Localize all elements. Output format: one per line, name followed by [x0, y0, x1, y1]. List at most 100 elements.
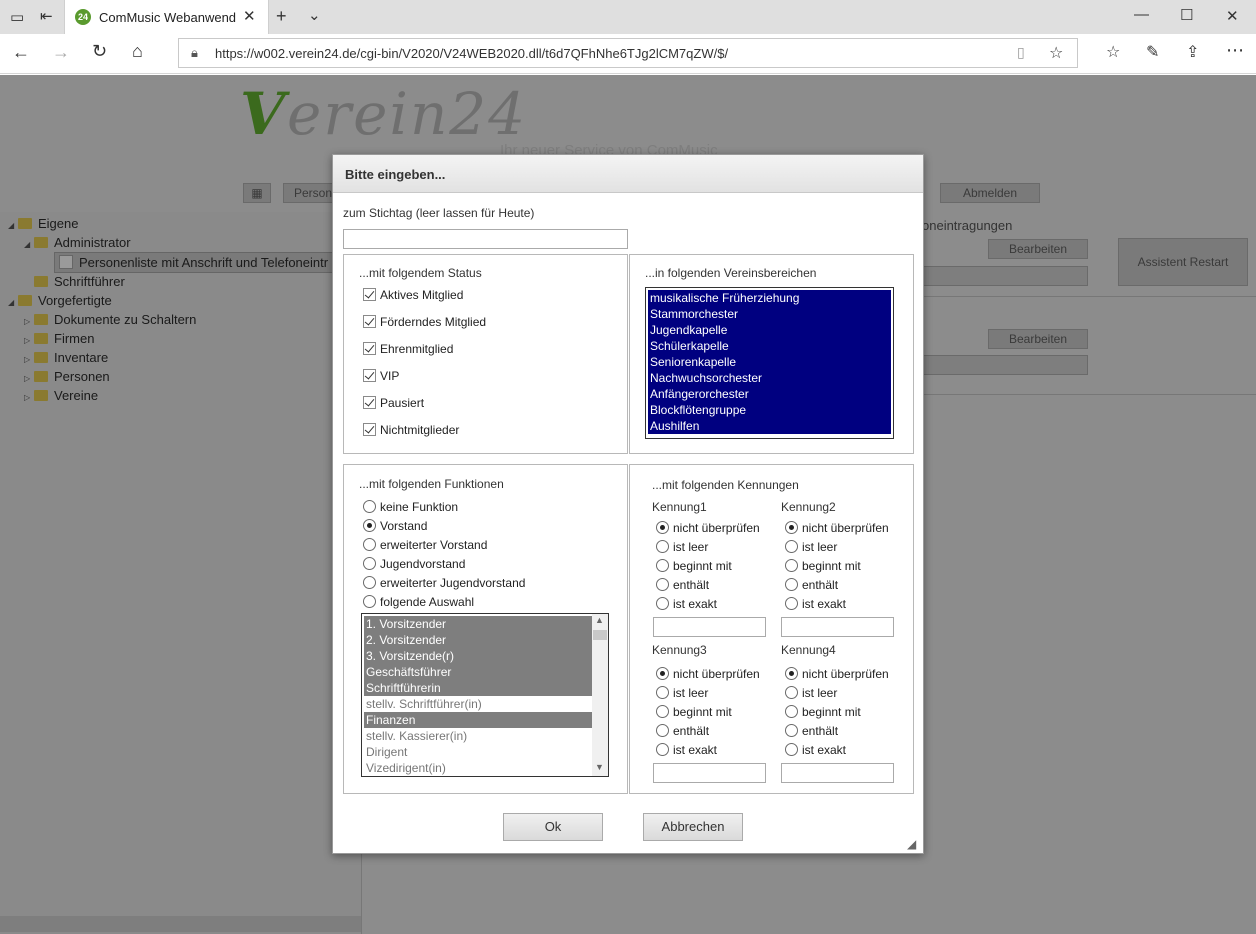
- status-foerderndes-mitglied[interactable]: Förderndes Mitglied: [363, 315, 486, 329]
- funktion-vorstand[interactable]: Vorstand: [363, 519, 427, 533]
- radio[interactable]: [785, 667, 798, 680]
- list-item[interactable]: 2. Vorsitzender: [364, 632, 593, 648]
- horizontal-scrollbar[interactable]: [0, 916, 361, 932]
- menu-icon[interactable]: ▦: [243, 183, 271, 203]
- list-item[interactable]: 3. Vorsitzende(r): [364, 648, 593, 664]
- radio[interactable]: [785, 521, 798, 534]
- radio[interactable]: [363, 576, 376, 589]
- radio[interactable]: [656, 667, 669, 680]
- more-icon[interactable]: ⋯: [1226, 40, 1244, 61]
- kennung1-input[interactable]: [653, 617, 766, 637]
- scroll-thumb[interactable]: [593, 630, 607, 640]
- radio[interactable]: [363, 500, 376, 513]
- status-nichtmitglieder[interactable]: Nichtmitglieder: [363, 423, 459, 437]
- url-field[interactable]: 🔒︎ https://w002.verein24.de/cgi-bin/V202…: [178, 38, 1078, 68]
- status-pausiert[interactable]: Pausiert: [363, 396, 424, 410]
- radio[interactable]: [785, 597, 798, 610]
- new-tab-icon[interactable]: +: [276, 6, 287, 27]
- radio[interactable]: [656, 705, 669, 718]
- kennung4-option[interactable]: nicht überprüfen: [785, 667, 889, 681]
- dialog-header[interactable]: Bitte eingeben...: [333, 155, 923, 193]
- list-item[interactable]: Schülerkapelle: [648, 338, 891, 354]
- kennung3-input[interactable]: [653, 763, 766, 783]
- funktionen-listbox[interactable]: 1. Vorsitzender 2. Vorsitzender 3. Vorsi…: [361, 613, 609, 777]
- radio[interactable]: [656, 686, 669, 699]
- radio[interactable]: [656, 578, 669, 591]
- kennung3-option[interactable]: enthält: [656, 724, 709, 738]
- cancel-button[interactable]: Abbrechen: [643, 813, 743, 841]
- share-icon[interactable]: ⇪: [1186, 42, 1199, 62]
- kennung3-option[interactable]: ist exakt: [656, 743, 717, 757]
- tree-node-dokumente[interactable]: ▷ Dokumente zu Schaltern: [24, 312, 196, 327]
- kennung2-option[interactable]: ist leer: [785, 540, 837, 554]
- kennung2-option[interactable]: enthält: [785, 578, 838, 592]
- radio[interactable]: [363, 519, 376, 532]
- status-aktives-mitglied[interactable]: Aktives Mitglied: [363, 288, 463, 302]
- radio[interactable]: [656, 540, 669, 553]
- add-favorite-icon[interactable]: ☆: [1049, 43, 1063, 63]
- list-item[interactable]: Stammorchester: [648, 306, 891, 322]
- bg-field-1[interactable]: [922, 266, 1088, 286]
- list-item[interactable]: Schriftführerin: [364, 680, 593, 696]
- reading-view-icon[interactable]: ▯: [1017, 44, 1025, 61]
- edit-button-1[interactable]: Bearbeiten: [988, 239, 1088, 259]
- tree-node-inventare[interactable]: ▷ Inventare: [24, 350, 108, 365]
- list-item[interactable]: Nachwuchsorchester: [648, 370, 891, 386]
- list-item[interactable]: Seniorenkapelle: [648, 354, 891, 370]
- funktion-jugendvorstand[interactable]: Jugendvorstand: [363, 557, 465, 571]
- kennung2-option[interactable]: beginnt mit: [785, 559, 861, 573]
- kennung4-option[interactable]: enthält: [785, 724, 838, 738]
- checkbox[interactable]: [363, 315, 376, 328]
- list-item[interactable]: stellv. Schriftführer(in): [364, 696, 593, 712]
- assistant-restart-button[interactable]: Assistent Restart: [1118, 238, 1248, 286]
- forward-icon[interactable]: →: [52, 42, 70, 63]
- kennung4-input[interactable]: [781, 763, 894, 783]
- notes-icon[interactable]: ✎: [1146, 42, 1159, 62]
- tree-node-vereine[interactable]: ▷ Vereine: [24, 388, 98, 403]
- checkbox[interactable]: [363, 342, 376, 355]
- radio[interactable]: [656, 743, 669, 756]
- radio[interactable]: [785, 743, 798, 756]
- kennung1-option[interactable]: ist exakt: [656, 597, 717, 611]
- back-icon[interactable]: ←: [12, 42, 30, 63]
- tree-node-vorgefertigte[interactable]: ◢ Vorgefertigte: [8, 293, 112, 308]
- tree-node-firmen[interactable]: ▷ Firmen: [24, 331, 94, 346]
- list-item[interactable]: Blockflötengruppe: [648, 402, 891, 418]
- list-item[interactable]: musikalische Früherziehung: [648, 290, 891, 306]
- radio[interactable]: [785, 540, 798, 553]
- tree-node-administrator[interactable]: ◢ Administrator: [24, 235, 131, 250]
- list-item[interactable]: Geschäftsführer: [364, 664, 593, 680]
- scroll-up-icon[interactable]: ▲: [595, 615, 604, 625]
- kennung1-option[interactable]: beginnt mit: [656, 559, 732, 573]
- browser-tab[interactable]: 24 ComMusic Webanwend ✕: [64, 0, 269, 34]
- favorites-icon[interactable]: ☆: [1106, 42, 1120, 62]
- radio[interactable]: [785, 559, 798, 572]
- tab-list-chevron-icon[interactable]: ⌄: [308, 6, 321, 24]
- kennung2-option[interactable]: ist exakt: [785, 597, 846, 611]
- status-vip[interactable]: VIP: [363, 369, 399, 383]
- radio[interactable]: [785, 578, 798, 591]
- tree-node-schriftfuehrer[interactable]: Schriftführer: [24, 274, 125, 289]
- tree-node-personen[interactable]: ▷ Personen: [24, 369, 110, 384]
- tree-node-eigene[interactable]: ◢ Eigene: [8, 216, 78, 231]
- logout-button[interactable]: Abmelden: [940, 183, 1040, 203]
- tab-actions-icon[interactable]: ▭: [10, 8, 24, 26]
- minimize-icon[interactable]: —: [1134, 6, 1149, 23]
- radio[interactable]: [656, 597, 669, 610]
- kennung4-option[interactable]: beginnt mit: [785, 705, 861, 719]
- radio[interactable]: [785, 705, 798, 718]
- stichtag-input[interactable]: [343, 229, 628, 249]
- edit-button-2[interactable]: Bearbeiten: [988, 329, 1088, 349]
- radio[interactable]: [656, 724, 669, 737]
- radio[interactable]: [363, 538, 376, 551]
- kennung2-input[interactable]: [781, 617, 894, 637]
- list-item[interactable]: Jugendkapelle: [648, 322, 891, 338]
- vertical-scrollbar[interactable]: ▲ ▼: [592, 614, 608, 776]
- bg-field-2[interactable]: [922, 355, 1088, 375]
- checkbox[interactable]: [363, 423, 376, 436]
- kennung1-option[interactable]: nicht überprüfen: [656, 521, 760, 535]
- maximize-icon[interactable]: ☐: [1180, 6, 1193, 24]
- radio[interactable]: [656, 521, 669, 534]
- kennung3-option[interactable]: beginnt mit: [656, 705, 732, 719]
- kennung4-option[interactable]: ist leer: [785, 686, 837, 700]
